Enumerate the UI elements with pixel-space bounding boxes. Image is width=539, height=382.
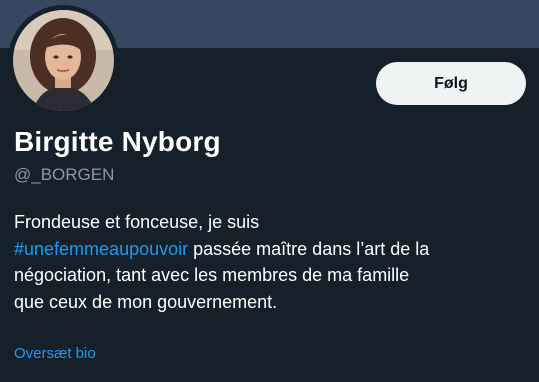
profile-card: Følg Birgitte Nyborg @_BORGEN Frondeuse … — [0, 0, 539, 382]
hashtag-link[interactable]: #unefemmeaupouvoir — [14, 239, 188, 259]
bio-line-2: #unefemmeaupouvoir passée maître dans l’… — [14, 236, 534, 263]
profile-handle: @_BORGEN — [14, 165, 115, 184]
profile-bio: Frondeuse et fonceuse, je suis #unefemme… — [14, 209, 534, 315]
bio-line-4: que ceux de mon gouvernement. — [14, 291, 278, 312]
profile-name: Birgitte Nyborg — [14, 126, 221, 157]
translate-bio-link[interactable]: Oversæt bio — [14, 345, 96, 362]
avatar[interactable] — [8, 5, 119, 116]
bio-line-1: Frondeuse et fonceuse, je suis — [14, 212, 260, 232]
bio-line-3: négociation, tant avec les membres de ma… — [14, 265, 410, 285]
bio-line-2-text: passée maître dans l’art de la — [188, 238, 430, 259]
follow-button[interactable]: Følg — [376, 62, 526, 105]
avatar-photo — [13, 10, 114, 111]
